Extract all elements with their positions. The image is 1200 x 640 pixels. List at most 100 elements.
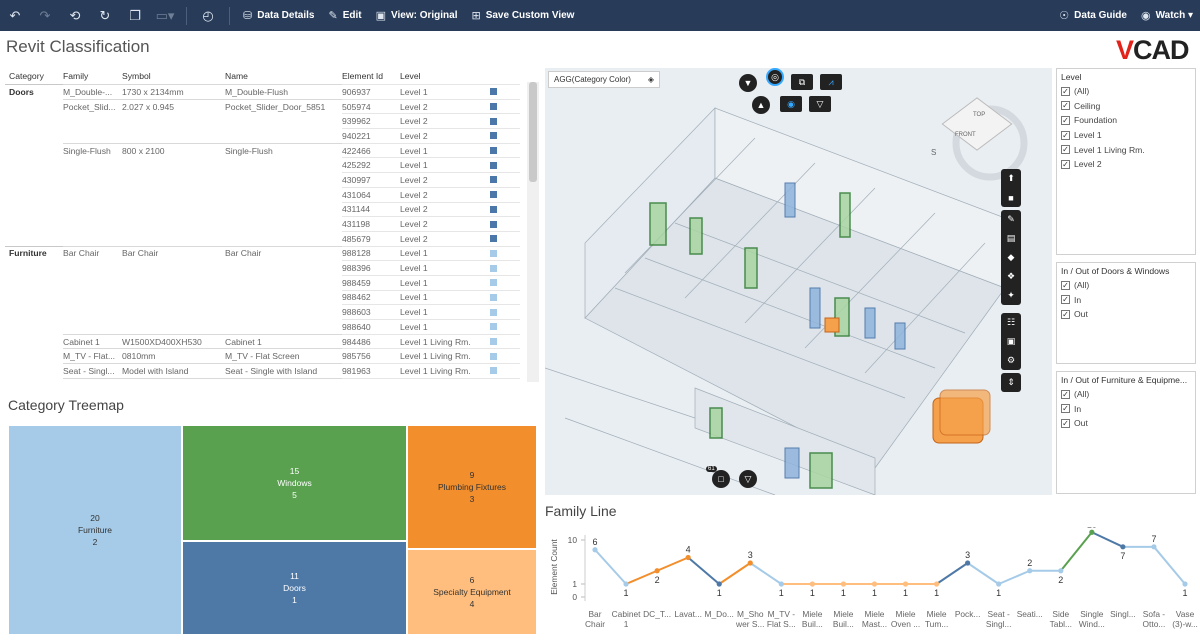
save-custom-view-button[interactable]: ⊞ Save Custom View <box>464 0 581 31</box>
undo-icon[interactable]: ↶ <box>0 0 30 31</box>
filter-option[interactable]: ✓ In <box>1061 402 1191 417</box>
table-row[interactable]: 431144 Level 2 <box>5 201 540 217</box>
filter-option[interactable]: ✓ (All) <box>1061 84 1191 99</box>
table-row[interactable]: 431064 Level 2 <box>5 186 540 202</box>
section-box-icon[interactable]: ⧉ <box>791 74 813 90</box>
checkbox-checked-icon[interactable]: ✓ <box>1061 309 1070 319</box>
checkbox-checked-icon[interactable]: ✓ <box>1061 389 1070 399</box>
table-row[interactable]: Single-Flush 800 x 2100 Single-Flush 422466… <box>5 142 540 158</box>
filter-option[interactable]: ✓ (All) <box>1061 387 1191 402</box>
table-row[interactable]: 988640 Level 1 <box>5 319 540 334</box>
pause-updates-icon[interactable]: ❐ <box>120 0 150 31</box>
camera-icon[interactable]: ■ <box>1001 188 1021 207</box>
table-row[interactable]: 988462 Level 1 <box>5 289 540 305</box>
treemap-cell-furniture[interactable]: 20 Furniture 2 <box>8 425 182 635</box>
table-row[interactable]: 939962 Level 2 <box>5 113 540 128</box>
edit-button[interactable]: ✎ Edit <box>321 0 368 31</box>
table-scrollbar[interactable] <box>527 82 539 382</box>
device-preview-icon[interactable]: ▭▾ <box>150 0 180 31</box>
checkbox-checked-icon[interactable]: ✓ <box>1061 145 1070 155</box>
layers-icon[interactable]: ◈ <box>648 75 654 84</box>
table-row[interactable]: 988603 Level 1 <box>5 304 540 319</box>
measure-icon[interactable]: ✎ <box>1001 210 1021 229</box>
cell-element-id: 425292 <box>342 157 400 172</box>
table-row[interactable]: 940221 Level 2 <box>5 128 540 143</box>
checkbox-checked-icon[interactable]: ✓ <box>1061 115 1070 125</box>
performance-icon[interactable]: ◴ <box>193 0 223 31</box>
clear-filter-icon[interactable]: ▽ <box>739 470 757 488</box>
filter-icon[interactable]: ▽ <box>809 96 831 112</box>
header-symbol[interactable]: Symbol <box>122 71 225 81</box>
filter-option[interactable]: ✓ Level 1 <box>1061 128 1191 143</box>
header-element-id[interactable]: Element Id <box>342 71 400 81</box>
table-row[interactable]: Doors M_Double-... 1730 x 2134mm M_Double-F… <box>5 84 540 99</box>
table-row[interactable]: Section...Section - ArtemisSection - Art… <box>5 377 540 382</box>
orbit-down-icon[interactable]: ▼ <box>739 74 757 92</box>
filter-option[interactable]: ✓ In <box>1061 293 1191 308</box>
data-label: 1 <box>624 588 629 598</box>
filter-option[interactable]: ✓ Ceiling <box>1061 99 1191 114</box>
cell-family: Section... <box>63 377 122 382</box>
treemap-cell-windows[interactable]: 15 Windows 5 <box>182 425 407 541</box>
table-row[interactable]: Cabinet 1 W1500XD400XH530 Cabinet 1 984486 L… <box>5 333 540 349</box>
checkbox-checked-icon[interactable]: ✓ <box>1061 101 1070 111</box>
checkbox-checked-icon[interactable]: ✓ <box>1061 404 1070 414</box>
walk-icon[interactable]: ⬆ <box>1001 169 1021 188</box>
treemap-cell-doors[interactable]: 11 Doors 1 <box>182 541 407 635</box>
table-row[interactable]: 430997 Level 2 <box>5 172 540 187</box>
cell-element-id: 906937 <box>342 84 400 99</box>
table-row[interactable]: 988396 Level 1 <box>5 260 540 275</box>
orbit-icon[interactable]: ◎ <box>766 68 784 86</box>
selection-count-icon[interactable]: □ <box>712 470 730 488</box>
filter-option[interactable]: ✓ Foundation <box>1061 113 1191 128</box>
watch-button[interactable]: ◉ Watch ▾ <box>1134 0 1200 31</box>
table-row[interactable]: Furniture Bar Chair Bar Chair Bar Chair 9881… <box>5 245 540 261</box>
filter-option[interactable]: ✓ Out <box>1061 416 1191 431</box>
filter-option[interactable]: ✓ Out <box>1061 307 1191 322</box>
checkbox-checked-icon[interactable]: ✓ <box>1061 130 1070 140</box>
data-details-button[interactable]: ⛁ Data Details <box>236 0 321 31</box>
table-row[interactable]: 425292 Level 1 <box>5 157 540 172</box>
header-level[interactable]: Level <box>400 71 490 81</box>
refresh-icon[interactable]: ↻ <box>90 0 120 31</box>
revert-icon[interactable]: ⟲ <box>60 0 90 31</box>
checkbox-checked-icon[interactable]: ✓ <box>1061 295 1070 305</box>
model-browser-icon[interactable]: ❖ <box>1001 267 1021 286</box>
cell-symbol: Model with Island <box>122 363 225 378</box>
3d-model-viewer[interactable]: AGG(Category Color) ◈ ▼ ◎ ⧉ ⩘ ▲ ◉ ▽ TOP F… <box>545 68 1052 495</box>
color-legend-dropdown[interactable]: AGG(Category Color) ◈ <box>548 71 660 88</box>
cell-element-id: 988128 <box>342 245 400 261</box>
document-icon[interactable]: ▣ <box>1001 332 1021 351</box>
orbit-up-icon[interactable]: ▲ <box>752 96 770 114</box>
view-original-button[interactable]: ▣ View: Original <box>369 0 465 31</box>
header-name[interactable]: Name <box>225 71 342 81</box>
filter-option[interactable]: ✓ Level 1 Living Rm. <box>1061 142 1191 157</box>
table-row[interactable]: 988459 Level 1 <box>5 274 540 290</box>
expand-icon[interactable]: ⇕ <box>1001 373 1021 392</box>
gear-icon[interactable]: ⚙ <box>1001 351 1021 370</box>
structure-icon[interactable]: ☷ <box>1001 313 1021 332</box>
table-row[interactable]: 485679 Level 2 <box>5 230 540 246</box>
filter-option[interactable]: ✓ Level 2 <box>1061 157 1191 172</box>
header-family[interactable]: Family <box>63 71 122 81</box>
table-row[interactable]: Seat - Singl... Model with Island Seat - S… <box>5 363 540 378</box>
table-row[interactable]: M_TV - Flat... 0810mm M_TV - Flat Screen 98… <box>5 348 540 363</box>
treemap-cell-specialty-equipment[interactable]: 6 Specialty Equipment 4 <box>407 549 537 635</box>
checkbox-checked-icon[interactable]: ✓ <box>1061 159 1070 169</box>
explode-icon[interactable]: ◆ <box>1001 248 1021 267</box>
checkbox-checked-icon[interactable]: ✓ <box>1061 280 1070 290</box>
header-category[interactable]: Category <box>5 71 63 81</box>
filter-option[interactable]: ✓ (All) <box>1061 278 1191 293</box>
checkbox-checked-icon[interactable]: ✓ <box>1061 86 1070 96</box>
hatch-icon[interactable]: ⩘ <box>820 74 842 90</box>
target-icon[interactable]: ◉ <box>780 96 802 112</box>
checkbox-checked-icon[interactable]: ✓ <box>1061 418 1070 428</box>
properties-icon[interactable]: ✦ <box>1001 286 1021 305</box>
data-guide-button[interactable]: ☉ Data Guide <box>1052 0 1134 31</box>
treemap-cell-plumbing-fixtures[interactable]: 9 Plumbing Fixtures 3 <box>407 425 537 549</box>
table-row[interactable]: 431198 Level 2 <box>5 216 540 231</box>
section-icon[interactable]: ▤ <box>1001 229 1021 248</box>
table-row[interactable]: Pocket_Slid... 2.027 x 0.945 Pocket_Slider… <box>5 98 540 114</box>
redo-icon[interactable]: ↷ <box>30 0 60 31</box>
scrollbar-thumb[interactable] <box>529 82 537 182</box>
